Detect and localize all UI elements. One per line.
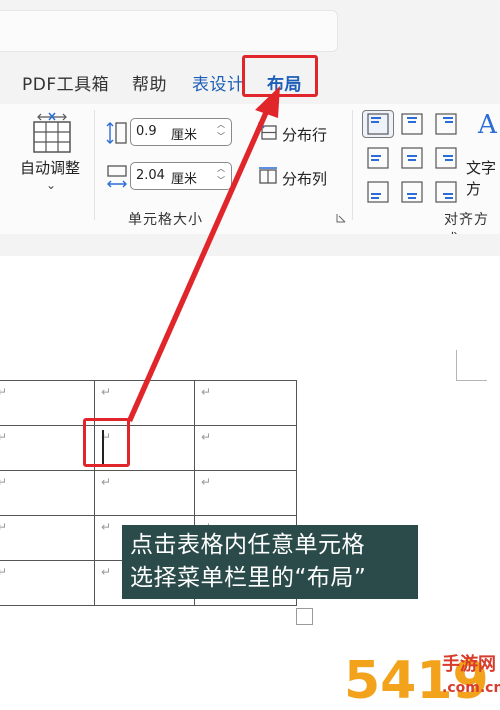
stepper-arrows-icon[interactable]: ︿ ﹀ — [216, 119, 226, 145]
paragraph-mark-icon: ↵ — [0, 520, 8, 534]
column-width-unit: 厘米 — [171, 172, 198, 187]
align-top-right-icon[interactable] — [434, 112, 458, 136]
text-direction-icon[interactable]: A — [478, 110, 497, 140]
align-top-center-icon[interactable] — [400, 112, 424, 136]
watermark-domain: .com.cn — [442, 680, 500, 696]
dialog-launcher-icon[interactable] — [336, 213, 346, 223]
table-cell[interactable]: ↵ — [194, 470, 297, 516]
paragraph-mark-icon: ↵ — [201, 430, 212, 444]
paragraph-mark-icon: ↵ — [0, 475, 8, 489]
instruction-caption: 点击表格内任意单元格 选择菜单栏里的“布局” — [122, 525, 418, 599]
caption-line-2: 选择菜单栏里的“布局” — [130, 565, 367, 591]
table-row: ↵ ↵ ↵ — [0, 470, 297, 516]
table-cell[interactable]: ↵ — [194, 380, 297, 426]
ribbon-divider — [94, 110, 95, 220]
ribbon-divider — [352, 110, 353, 220]
column-width-icon — [107, 165, 127, 188]
align-bottom-left-icon[interactable] — [366, 180, 390, 204]
distribute-columns-button[interactable]: 分布列 — [282, 168, 327, 189]
text-direction-label[interactable]: 文字方 — [466, 157, 500, 199]
paragraph-mark-icon: ↵ — [0, 385, 8, 399]
search-box[interactable] — [0, 10, 338, 52]
paragraph-mark-icon: ↵ — [201, 475, 212, 489]
align-middle-center-icon[interactable] — [400, 146, 424, 170]
paragraph-mark-icon: ↵ — [101, 520, 112, 534]
paragraph-mark-icon: ↵ — [101, 385, 112, 399]
table-resize-handle[interactable] — [296, 608, 313, 625]
paragraph-mark-icon: ↵ — [201, 385, 212, 399]
table-cell[interactable]: ↵ — [0, 470, 95, 516]
distribute-columns-icon[interactable] — [258, 166, 278, 186]
table-row: ↵↵↵ — [0, 425, 297, 471]
paragraph-mark-icon: ↵ — [0, 430, 8, 444]
cell-size-group-label: 单元格大小 — [128, 212, 203, 228]
row-height-stepper[interactable]: 0.9 厘米 ︿ ﹀ — [130, 118, 232, 146]
column-width-stepper[interactable]: 2.04 厘米 ︿ ﹀ — [130, 162, 232, 190]
stepper-arrows-icon[interactable]: ︿ ﹀ — [216, 163, 226, 189]
page-margin-mark — [456, 350, 487, 381]
table-cell[interactable]: ↵ — [0, 380, 95, 426]
selected-cell-highlight — [83, 418, 130, 467]
caption-line-1: 点击表格内任意单元格 — [130, 532, 365, 558]
align-bottom-center-icon[interactable] — [400, 180, 424, 204]
row-height-icon — [106, 122, 127, 144]
distribute-rows-icon[interactable] — [258, 122, 278, 142]
row-height-unit: 厘米 — [171, 128, 198, 143]
document-background — [0, 234, 500, 256]
tab-help[interactable]: 帮助 — [132, 70, 167, 95]
watermark-site-name: 手游网 — [442, 653, 496, 675]
table-cell[interactable]: ↵ — [0, 560, 95, 606]
tab-pdf-tools[interactable]: PDF工具箱 — [22, 70, 109, 95]
tab-table-design[interactable]: 表设计 — [192, 70, 245, 95]
align-bottom-right-icon[interactable] — [434, 180, 458, 204]
layout-tab-highlight — [242, 55, 318, 97]
align-middle-right-icon[interactable] — [434, 146, 458, 170]
align-middle-left-icon[interactable] — [366, 146, 390, 170]
paragraph-mark-icon: ↵ — [101, 475, 112, 489]
column-width-value[interactable]: 2.04 — [136, 168, 165, 183]
autofit-label[interactable]: 自动调整 — [20, 157, 80, 178]
table-row: ↵ ↵ ↵ — [0, 380, 297, 426]
distribute-rows-button[interactable]: 分布行 — [282, 124, 327, 145]
paragraph-mark-icon: ↵ — [101, 565, 112, 579]
table-cell[interactable]: ↵ — [0, 425, 95, 471]
site-watermark-logo: 5419 手游网 .com.cn — [343, 650, 500, 710]
paragraph-mark-icon: ↵ — [0, 565, 8, 579]
table-cell[interactable]: ↵ — [194, 425, 297, 471]
table-cell[interactable]: ↵ — [0, 515, 95, 561]
chevron-down-icon[interactable]: ⌄ — [46, 178, 56, 192]
autofit-icon[interactable] — [32, 112, 72, 154]
align-top-left-icon[interactable] — [366, 112, 390, 136]
table-cell[interactable]: ↵ — [94, 470, 195, 516]
row-height-value[interactable]: 0.9 — [136, 124, 157, 139]
